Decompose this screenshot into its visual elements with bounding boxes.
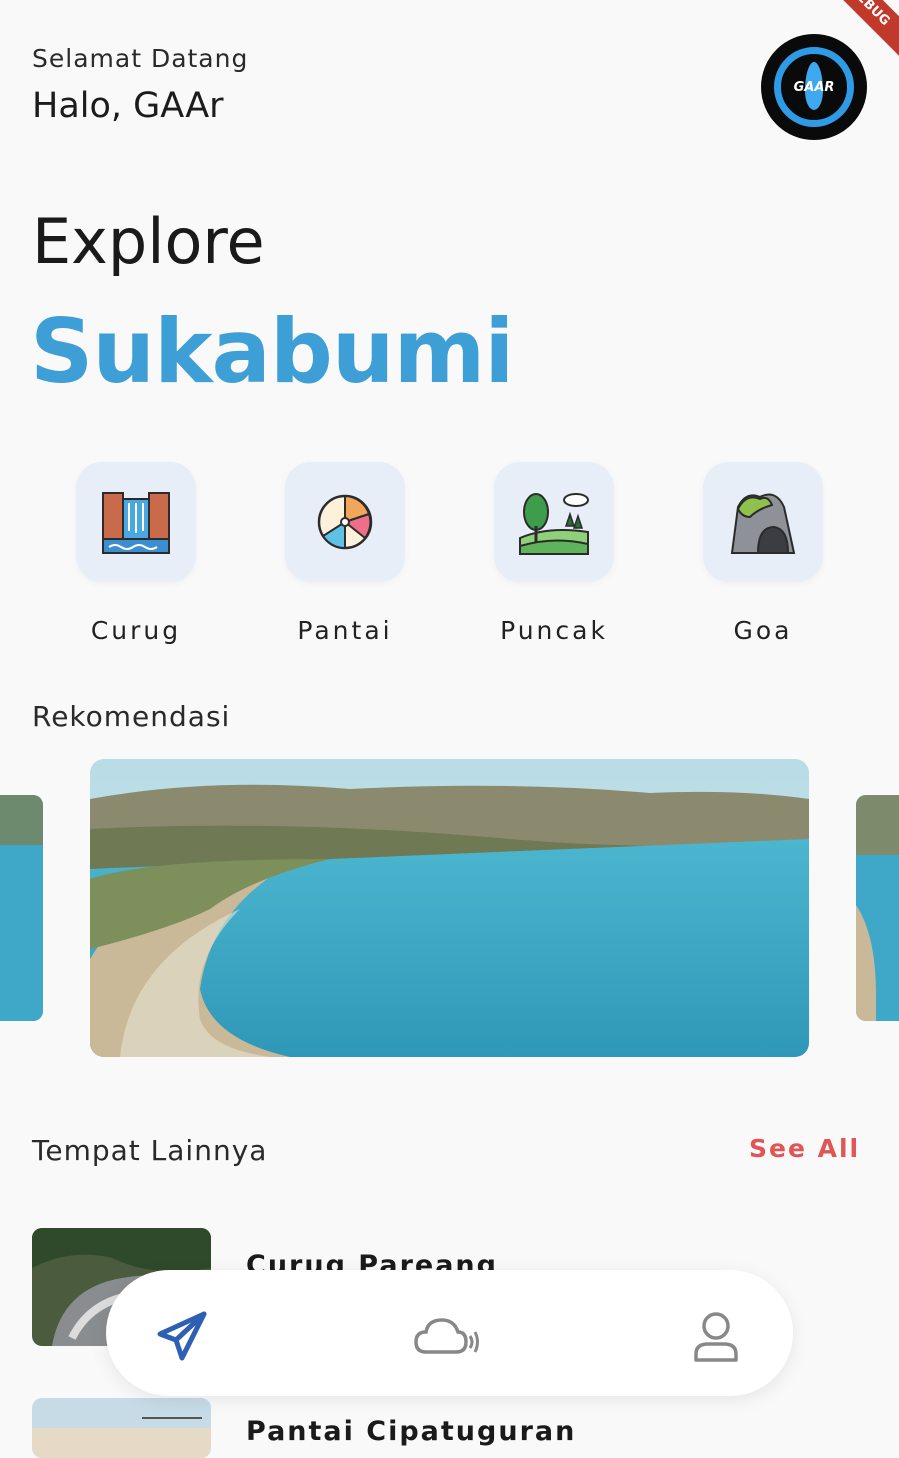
- category-tile[interactable]: [76, 462, 196, 582]
- carousel-item-next[interactable]: [856, 795, 899, 1021]
- category-tile[interactable]: [285, 462, 405, 582]
- avatar-logo-text: GAAR: [793, 79, 835, 95]
- category-tile[interactable]: [494, 462, 614, 582]
- other-places-title: Tempat Lainnya: [32, 1134, 268, 1167]
- bottom-navigation: [106, 1270, 793, 1396]
- category-label: Puncak: [500, 616, 608, 645]
- category-curug[interactable]: Curug: [76, 462, 196, 645]
- greeting-text: Selamat Datang: [32, 44, 249, 73]
- avatar-ring: GAAR: [774, 47, 854, 127]
- category-tile[interactable]: [703, 462, 823, 582]
- mountain-landscape-icon: [519, 493, 589, 555]
- avatar[interactable]: GAAR: [761, 34, 867, 140]
- user-greeting: Halo, GAAr: [32, 86, 224, 126]
- recommendation-title: Rekomendasi: [32, 700, 231, 733]
- list-item-title[interactable]: Pantai Cipatuguran: [246, 1416, 576, 1447]
- beach-ball-icon: [317, 494, 373, 550]
- category-goa[interactable]: Goa: [703, 462, 823, 645]
- carousel-item-previous[interactable]: [0, 795, 43, 1021]
- explore-heading: Explore: [32, 205, 265, 278]
- profile-icon[interactable]: [688, 1308, 744, 1364]
- carousel-item-beach[interactable]: [90, 759, 809, 1057]
- category-puncak[interactable]: Puncak: [494, 462, 614, 645]
- send-icon[interactable]: [154, 1308, 210, 1364]
- city-heading: Sukabumi: [30, 300, 514, 403]
- weather-cloud-icon[interactable]: [412, 1308, 482, 1364]
- category-label: Pantai: [297, 616, 393, 645]
- see-all-link[interactable]: See All: [749, 1134, 860, 1163]
- category-label: Curug: [90, 616, 182, 645]
- waterfall-icon: [102, 492, 170, 554]
- category-label: Goa: [733, 616, 793, 645]
- cave-icon: [730, 493, 796, 554]
- list-item-thumbnail[interactable]: [32, 1398, 211, 1458]
- category-pantai[interactable]: Pantai: [285, 462, 405, 645]
